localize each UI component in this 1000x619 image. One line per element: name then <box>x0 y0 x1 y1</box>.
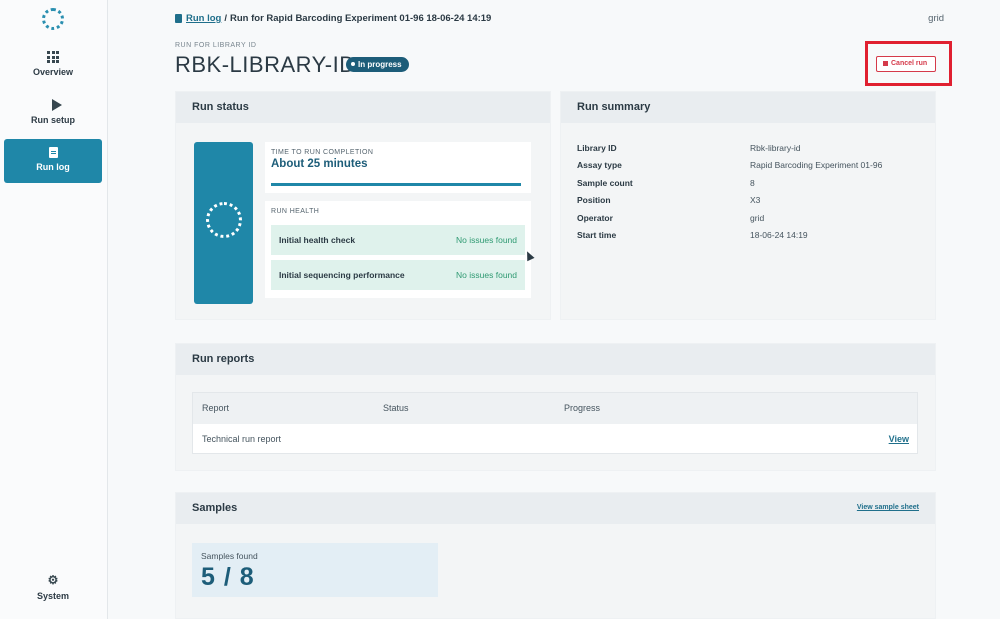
completion-label: TIME TO RUN COMPLETION <box>271 149 374 156</box>
run-status-title: Run status <box>176 92 550 123</box>
run-health-box: RUN HEALTH Initial health check No issue… <box>265 201 531 298</box>
samples-title: Samples <box>176 493 935 524</box>
run-status-card: Run status TIME TO RUN COMPLETION About … <box>175 91 551 320</box>
summary-row: Start time 18-06-24 14:19 <box>577 230 808 240</box>
breadcrumb: Run log / Run for Rapid Barcoding Experi… <box>175 13 491 24</box>
progress-panel <box>194 142 253 304</box>
sidebar-item-label: System <box>36 591 70 601</box>
app-logo-icon <box>42 8 64 30</box>
view-report-link[interactable]: View <box>889 424 909 454</box>
column-header-status: Status <box>383 403 409 413</box>
summary-row: Assay type Rapid Barcoding Experiment 01-… <box>577 160 882 170</box>
samples-found-value: 5 / 8 <box>201 563 255 591</box>
summary-row: Sample count 8 <box>577 178 755 188</box>
report-name: Technical run report <box>202 434 282 444</box>
cancel-run-button[interactable]: Cancel run <box>876 56 936 72</box>
samples-card: Samples View sample sheet Samples found … <box>175 492 936 619</box>
health-check-name: Initial health check <box>279 235 356 245</box>
summary-row: Position X3 <box>577 195 760 205</box>
run-health-label: RUN HEALTH <box>271 208 320 215</box>
grid-icon <box>47 51 59 63</box>
run-reports-card: Run reports Report Status Progress Techn… <box>175 343 936 471</box>
sidebar-item-overview[interactable]: Overview <box>4 46 102 90</box>
samples-found-label: Samples found <box>201 551 258 561</box>
breadcrumb-separator: / <box>224 13 227 24</box>
health-check-name: Initial sequencing performance <box>279 270 405 280</box>
page-kicker: RUN FOR LIBRARY ID <box>175 42 257 49</box>
summary-key: Assay type <box>577 160 622 170</box>
user-label[interactable]: grid <box>928 13 944 24</box>
sidebar-item-run-setup[interactable]: Run setup <box>4 94 102 138</box>
completion-box: TIME TO RUN COMPLETION About 25 minutes <box>265 142 531 193</box>
main-content: Run log / Run for Rapid Barcoding Experi… <box>108 0 1000 619</box>
summary-row: Library ID Rbk-library-id <box>577 143 801 153</box>
summary-key: Start time <box>577 230 617 240</box>
table-row: Technical run report View <box>193 424 917 454</box>
gear-icon: ⚙ <box>47 573 59 587</box>
column-header-progress: Progress <box>564 403 601 413</box>
run-summary-title: Run summary <box>561 92 935 123</box>
summary-key: Position <box>577 195 611 205</box>
summary-key: Sample count <box>577 178 633 188</box>
summary-value: 18-06-24 14:19 <box>750 230 808 240</box>
sidebar-item-run-log[interactable]: Run log <box>4 139 102 183</box>
view-sample-sheet-link[interactable]: View sample sheet <box>857 504 919 511</box>
page-title: RBK-LIBRARY-ID <box>175 52 356 77</box>
play-icon <box>52 99 62 111</box>
spinner-icon <box>206 202 242 238</box>
summary-value: grid <box>750 213 765 223</box>
completion-progress-bar <box>271 183 521 186</box>
sidebar-item-label: Run log <box>36 162 70 172</box>
table-header: Report Status Progress <box>193 393 917 424</box>
run-summary-card: Run summary Library ID Rbk-library-id Ass… <box>560 91 936 320</box>
sidebar-item-label: Overview <box>32 67 74 77</box>
summary-key: Operator <box>577 213 613 223</box>
completion-value: About 25 minutes <box>271 158 368 170</box>
summary-value: X3 <box>750 195 761 205</box>
summary-row: Operator grid <box>577 213 764 223</box>
run-reports-title: Run reports <box>176 344 935 375</box>
reports-table: Report Status Progress Technical run rep… <box>192 392 918 454</box>
summary-value: 8 <box>750 178 755 188</box>
column-header-report: Report <box>202 403 230 413</box>
sidebar-item-label: Run setup <box>31 115 75 125</box>
health-check-row: Initial sequencing performance No issues… <box>271 260 525 290</box>
summary-value: Rbk-library-id <box>750 143 801 153</box>
sidebar: Overview Run setup Run log ⚙ System <box>0 0 108 619</box>
health-check-row: Initial health check No issues found <box>271 225 525 255</box>
summary-value: Rapid Barcoding Experiment 01-96 <box>750 160 883 170</box>
health-check-status: No issues found <box>456 235 517 245</box>
breadcrumb-current: Run for Rapid Barcoding Experiment 01-96… <box>230 13 492 24</box>
samples-found-box: Samples found 5 / 8 <box>192 543 438 597</box>
sidebar-item-system[interactable]: ⚙ System <box>4 568 102 612</box>
document-icon <box>175 14 182 23</box>
breadcrumb-root-link[interactable]: Run log <box>175 13 221 24</box>
summary-key: Library ID <box>577 143 617 153</box>
health-check-status: No issues found <box>456 270 517 280</box>
document-icon <box>48 147 58 158</box>
status-badge: In progress <box>346 57 409 72</box>
